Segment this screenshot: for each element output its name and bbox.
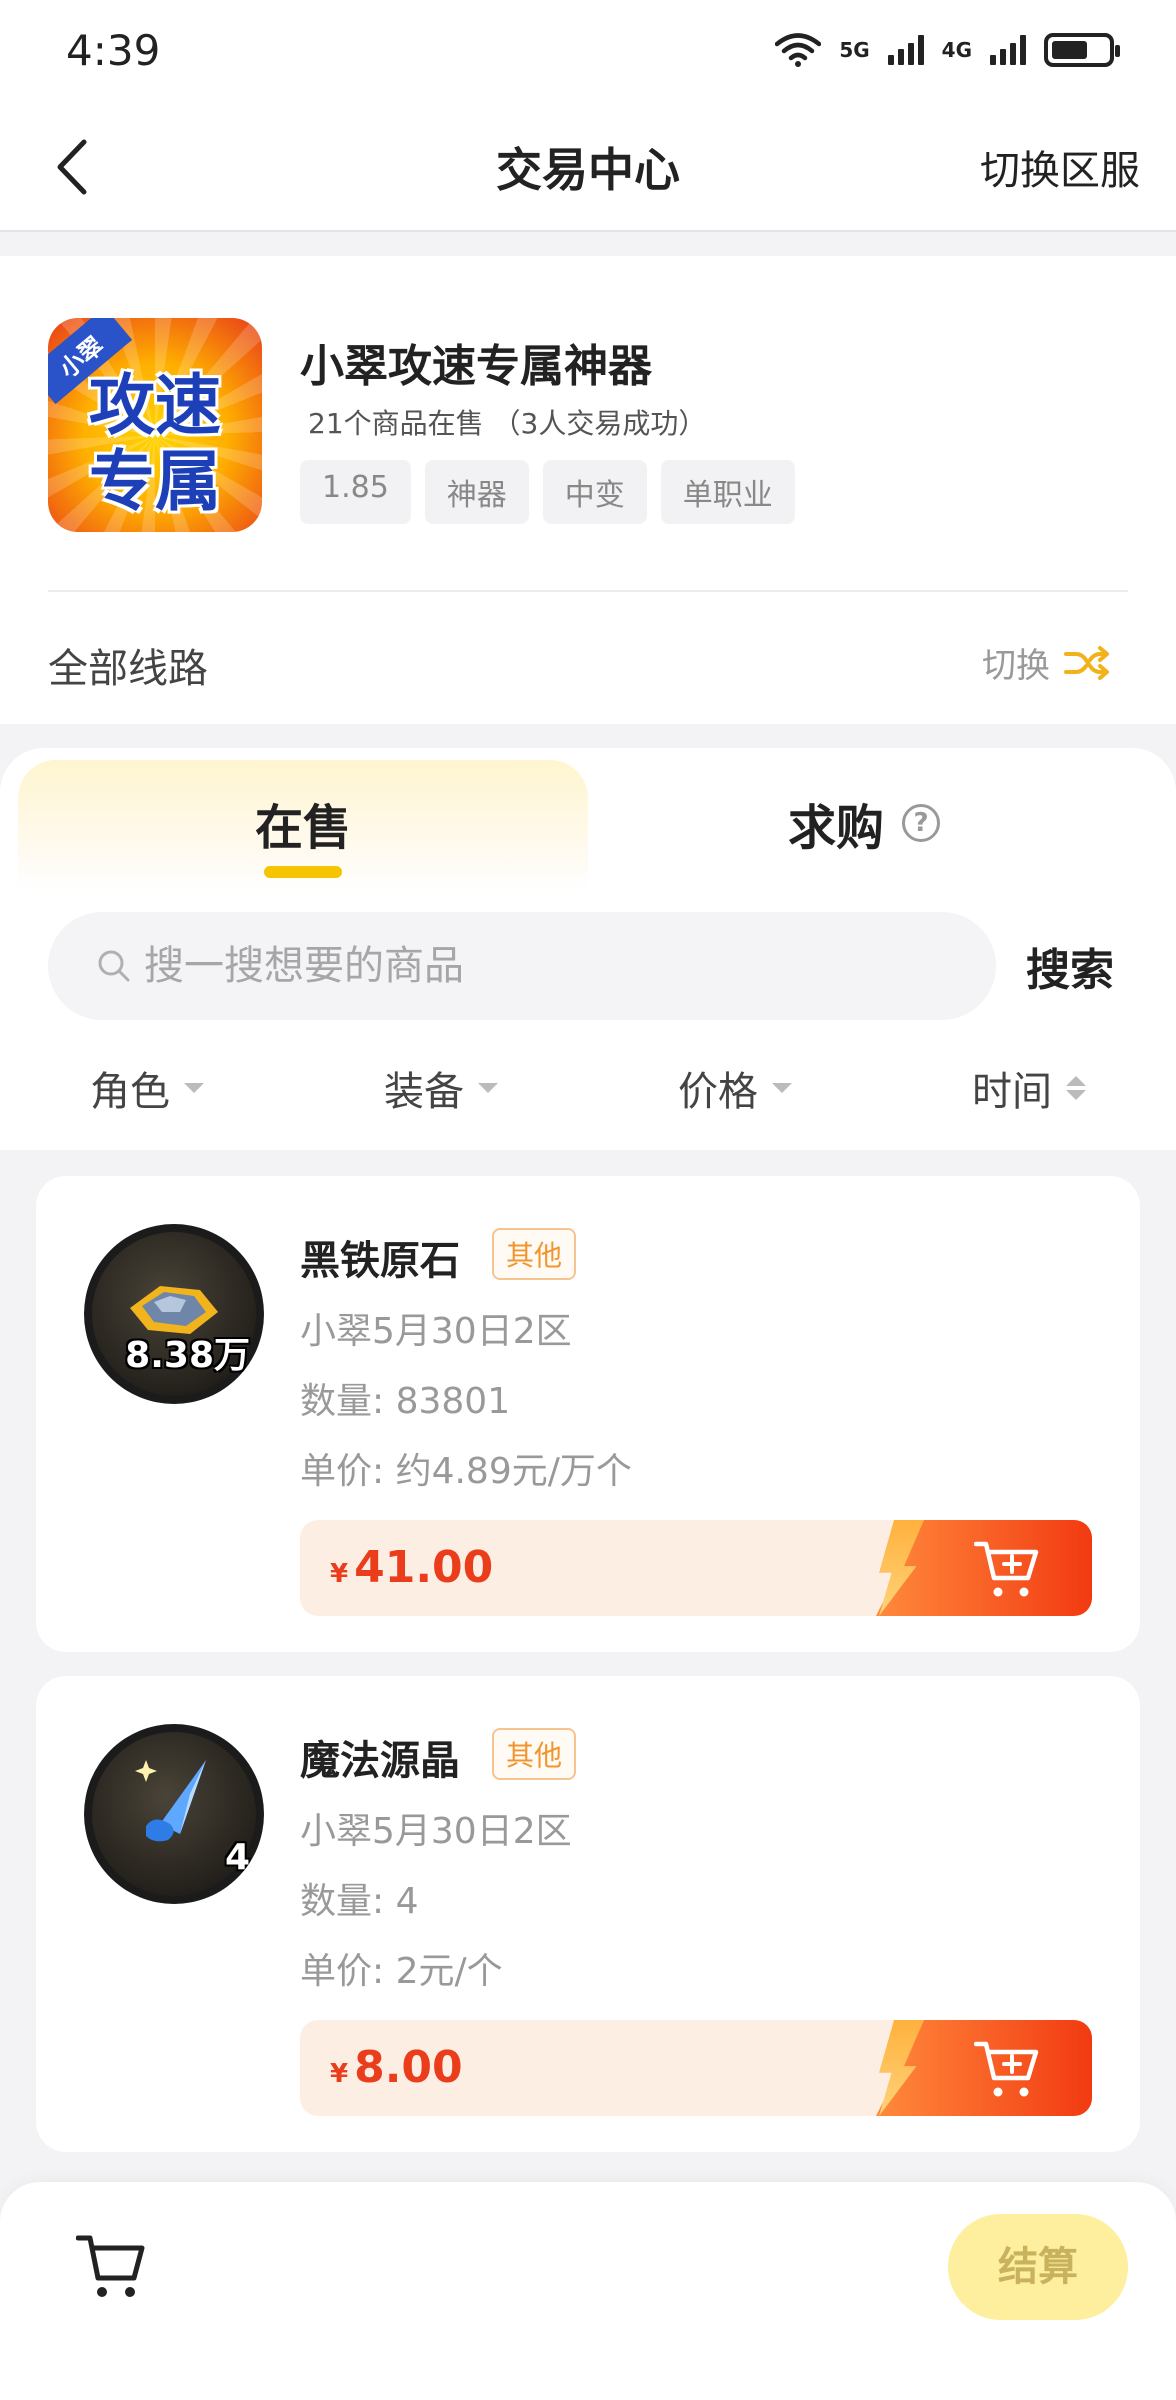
product-card[interactable]: 8.38万 黑铁原石 其他 小翠5月30日2区 数量: 83801 单价: 约4… xyxy=(36,1176,1140,1652)
filter-time-label: 时间 xyxy=(972,1069,1052,1115)
wifi-icon xyxy=(775,33,822,67)
search-icon xyxy=(98,950,130,982)
tab-active-indicator xyxy=(264,866,342,878)
game-logo-line2: 专属 xyxy=(89,443,221,520)
checkout-button[interactable]: 结算 xyxy=(948,2214,1128,2320)
thumb-quantity: 8.38万 xyxy=(125,1335,250,1376)
product-unit-price: 单价: 约4.89元/万个 xyxy=(300,1451,632,1492)
game-name: 小翠攻速专属神器 xyxy=(300,341,652,392)
battery-icon xyxy=(1044,33,1120,67)
caret-down-icon xyxy=(184,1083,204,1093)
network-5g-label: 5G xyxy=(839,38,870,62)
signal-5g-icon xyxy=(887,35,924,65)
divider xyxy=(48,590,1128,592)
product-quantity: 数量: 4 xyxy=(300,1881,419,1922)
shuffle-icon xyxy=(1064,645,1109,680)
currency-symbol: ¥ xyxy=(330,1559,349,1589)
game-tag-class: 单职业 xyxy=(660,460,795,524)
category-badge: 其他 xyxy=(492,1228,577,1280)
product-price: ¥8.00 xyxy=(330,2042,463,2093)
market-panel: 在售 求购 ? 搜索 角色 装备 价格 时间 xyxy=(0,748,1176,1150)
bottom-bar: 结算 xyxy=(0,2182,1176,2400)
product-unit-price: 单价: 2元/个 xyxy=(300,1951,503,1992)
filter-bar: 角色 装备 价格 时间 xyxy=(0,1048,1176,1128)
product-name: 魔法源晶 xyxy=(300,1738,460,1784)
iron-ore-icon: 8.38万 xyxy=(84,1224,264,1404)
switch-server-button[interactable]: 切换区服 xyxy=(980,138,1140,196)
route-switch-button[interactable]: 切换 xyxy=(982,638,1110,687)
thumb-quantity: 4 xyxy=(224,1837,250,1878)
tab-wanted-label: 求购 xyxy=(788,800,885,856)
caret-down-icon xyxy=(772,1083,792,1093)
game-logo: 小翠 攻速 专属 xyxy=(48,318,262,532)
filter-role-label: 角色 xyxy=(90,1069,170,1115)
product-server: 小翠5月30日2区 xyxy=(300,1811,572,1852)
game-info-card: 小翠 攻速 专属 小翠攻速专属神器 21个商品在售 （3人交易成功） 1.85 … xyxy=(0,256,1176,724)
buy-bar: ¥8.00 xyxy=(300,2020,1092,2116)
filter-equipment[interactable]: 装备 xyxy=(294,1048,588,1128)
game-stats: 21个商品在售 （3人交易成功） xyxy=(308,407,707,440)
game-tags: 1.85 神器 中变 单职业 xyxy=(300,460,795,524)
magic-crystal-icon: 4 xyxy=(84,1724,264,1904)
status-icons: 5G 4G xyxy=(775,33,1120,67)
filter-price[interactable]: 价格 xyxy=(588,1048,882,1128)
product-name: 黑铁原石 xyxy=(300,1238,460,1284)
cart-icon[interactable] xyxy=(76,2232,146,2300)
currency-symbol: ¥ xyxy=(330,2059,349,2089)
filter-price-label: 价格 xyxy=(678,1069,758,1115)
filter-role[interactable]: 角色 xyxy=(0,1048,294,1128)
buy-bar: ¥41.00 xyxy=(300,1520,1092,1616)
add-cart-icon[interactable] xyxy=(974,1538,1040,1600)
search-button[interactable]: 搜索 xyxy=(1026,934,1114,998)
add-cart-icon[interactable] xyxy=(974,2038,1040,2100)
status-bar: 4:39 5G 4G xyxy=(0,0,1176,100)
product-quantity: 数量: 83801 xyxy=(300,1381,511,1422)
game-tag-type: 神器 xyxy=(424,460,529,524)
signal-4g-icon xyxy=(990,35,1026,65)
price-value: 41.00 xyxy=(354,1542,494,1593)
game-tag-rate: 中变 xyxy=(542,460,647,524)
sort-icon xyxy=(1066,1076,1086,1100)
nav-bar: 交易中心 切换区服 xyxy=(0,100,1176,232)
search-box xyxy=(48,912,996,1020)
tab-on-sale-label: 在售 xyxy=(254,800,351,856)
network-4g-label: 4G xyxy=(941,38,972,62)
help-icon[interactable]: ? xyxy=(902,804,940,842)
game-tag-version: 1.85 xyxy=(300,460,411,524)
product-price: ¥41.00 xyxy=(330,1542,493,1593)
filter-equipment-label: 装备 xyxy=(384,1069,464,1115)
caret-down-icon xyxy=(478,1083,498,1093)
price-value: 8.00 xyxy=(354,2042,463,2093)
category-badge: 其他 xyxy=(492,1728,577,1780)
product-card[interactable]: 4 魔法源晶 其他 小翠5月30日2区 数量: 4 单价: 2元/个 ¥8.00 xyxy=(36,1676,1140,2152)
route-switch-label: 切换 xyxy=(982,646,1050,686)
search-input[interactable] xyxy=(144,932,964,1000)
product-server: 小翠5月30日2区 xyxy=(300,1311,572,1352)
tab-on-sale[interactable]: 在售 xyxy=(18,760,588,890)
route-label: 全部线路 xyxy=(48,646,208,692)
status-time: 4:39 xyxy=(66,25,161,75)
filter-time[interactable]: 时间 xyxy=(882,1048,1176,1128)
tab-wanted[interactable]: 求购 ? xyxy=(588,760,1158,890)
